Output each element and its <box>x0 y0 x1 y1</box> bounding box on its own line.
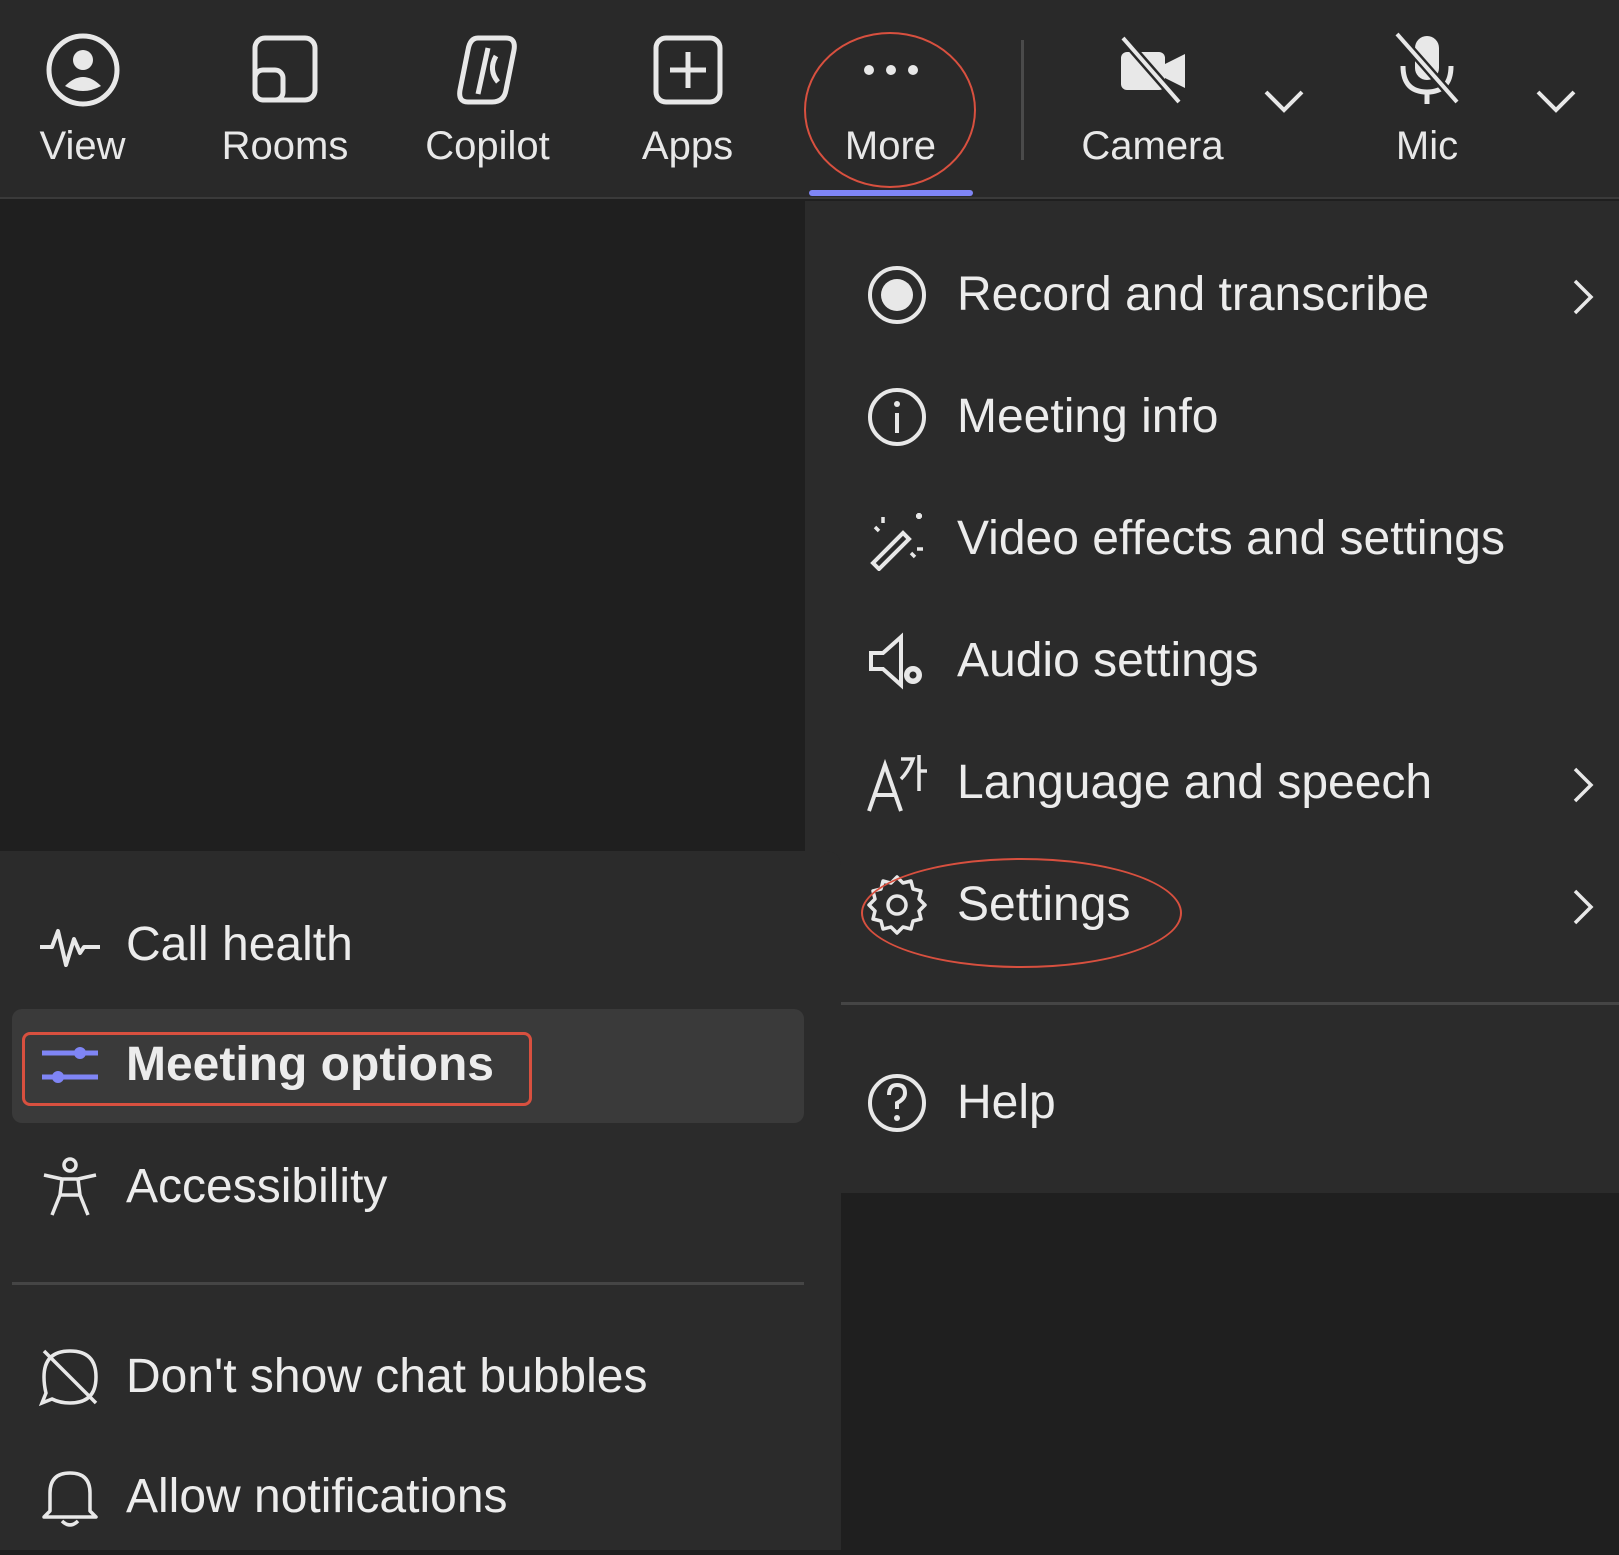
menu-divider <box>840 1002 1619 1005</box>
submenu-item-accessibility[interactable]: Accessibility <box>12 1131 804 1245</box>
rooms-label: Rooms <box>221 124 349 168</box>
rooms-button[interactable]: Rooms <box>220 0 350 195</box>
submenu-item-allow-notifications[interactable]: Allow notifications <box>12 1441 804 1555</box>
copilot-icon <box>456 35 517 105</box>
submenu-item-label: Call health <box>126 918 353 971</box>
submenu-item-label: Don't show chat bubbles <box>126 1350 648 1403</box>
mic-off-icon <box>1393 31 1461 105</box>
submenu-item-dont-show-chat-bubbles[interactable]: Don't show chat bubbles <box>12 1321 804 1435</box>
copilot-label: Copilot <box>425 124 550 168</box>
meeting-stage-right <box>841 1193 1619 1550</box>
meeting-stage <box>0 201 805 851</box>
more-selected-indicator <box>809 190 973 196</box>
menu-item-meeting-info[interactable]: Meeting info <box>805 365 1619 475</box>
submenu-item-label: Allow notifications <box>126 1470 508 1523</box>
magic-wand-icon <box>870 513 923 571</box>
settings-highlight-annotation <box>861 858 1182 968</box>
speaker-settings-icon <box>869 632 922 690</box>
menu-item-label: Language and speech <box>957 756 1433 809</box>
bell-icon <box>42 1471 98 1527</box>
record-icon <box>868 266 926 324</box>
pulse-icon <box>40 929 100 967</box>
chevron-right-icon <box>1573 889 1594 925</box>
toolbar-divider <box>1021 40 1024 160</box>
menu-item-help[interactable]: Help <box>805 1051 1619 1161</box>
camera-label: Camera <box>1081 124 1224 168</box>
submenu-item-call-health[interactable]: Call health <box>12 889 804 1003</box>
info-icon <box>868 388 926 446</box>
submenu-item-label: Accessibility <box>126 1160 388 1213</box>
view-button[interactable]: View <box>20 0 145 195</box>
chat-bubble-off-icon <box>38 1349 98 1407</box>
view-label: View <box>39 124 126 168</box>
chevron-right-icon <box>1573 279 1594 315</box>
apps-icon <box>653 35 722 105</box>
copilot-button[interactable]: Copilot <box>415 0 560 195</box>
settings-submenu: Call health Meeting options Accessibilit… <box>0 851 841 1550</box>
menu-item-record-and-transcribe[interactable]: Record and transcribe <box>805 243 1619 353</box>
language-icon <box>867 755 927 812</box>
mic-options-chevron-icon[interactable] <box>1532 80 1580 120</box>
menu-item-video-effects[interactable]: Video effects and settings <box>805 487 1619 597</box>
chevron-right-icon <box>1573 767 1594 803</box>
camera-off-icon <box>1119 35 1185 105</box>
menu-item-label: Meeting info <box>957 390 1219 443</box>
more-menu: Record and transcribe Meeting info Video… <box>805 201 1619 1193</box>
mic-label: Mic <box>1395 124 1459 168</box>
submenu-divider <box>12 1282 804 1285</box>
menu-item-language-and-speech[interactable]: Language and speech <box>805 731 1619 841</box>
menu-item-label: Record and transcribe <box>957 268 1430 321</box>
more-highlight-annotation <box>804 32 976 188</box>
help-icon <box>868 1074 926 1132</box>
apps-button[interactable]: Apps <box>625 0 750 195</box>
menu-item-label: Video effects and settings <box>957 512 1505 565</box>
menu-item-label: Help <box>957 1076 1056 1129</box>
camera-options-chevron-icon[interactable] <box>1260 80 1308 120</box>
rooms-icon <box>252 35 318 103</box>
apps-label: Apps <box>641 124 734 168</box>
view-icon <box>46 33 119 107</box>
menu-item-audio-settings[interactable]: Audio settings <box>805 609 1619 719</box>
accessibility-icon <box>43 1157 97 1216</box>
menu-item-label: Audio settings <box>957 634 1259 687</box>
mic-button[interactable]: Mic <box>1372 0 1482 195</box>
camera-button[interactable]: Camera <box>1080 0 1225 195</box>
meeting-options-highlight-annotation <box>22 1032 532 1106</box>
